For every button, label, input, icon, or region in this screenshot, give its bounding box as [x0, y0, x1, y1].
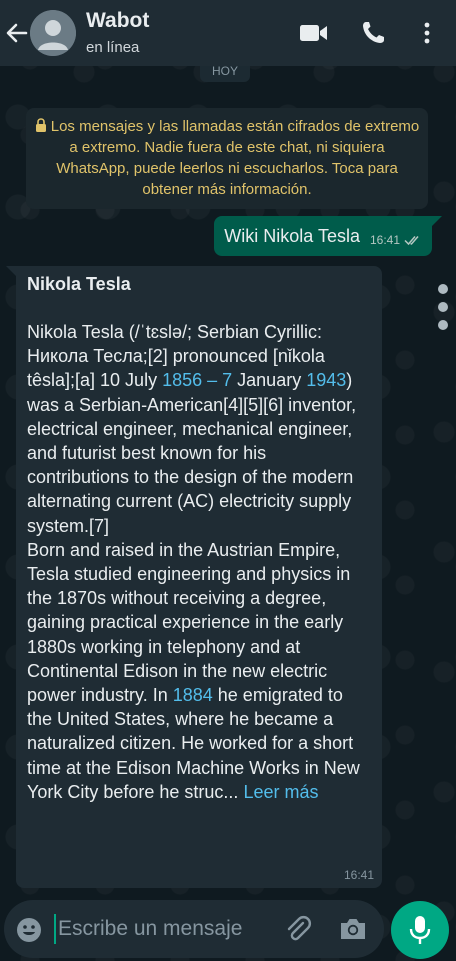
message-composer [4, 900, 384, 958]
camera-button[interactable] [338, 915, 368, 943]
emoji-icon [17, 918, 41, 942]
body-text: Born and raised in the Austrian Empire, … [27, 539, 351, 706]
attach-button[interactable] [282, 914, 314, 946]
contact-status: en línea [86, 39, 140, 56]
message-time: 16:41 [343, 868, 374, 882]
encryption-notice[interactable]: Los mensajes y las llamadas están cifrad… [26, 108, 428, 209]
scroll-dot [438, 302, 448, 312]
voice-call-button[interactable] [358, 18, 390, 48]
phone-icon [363, 22, 384, 43]
message-body: Nikola Tesla (/ˈtɛslə/; Serbian Cyrillic… [27, 320, 372, 804]
date-link[interactable]: 1856 – 7 [162, 370, 232, 390]
avatar[interactable] [30, 10, 76, 56]
lock-icon [35, 118, 46, 132]
contact-name[interactable]: Wabot [86, 9, 149, 33]
video-call-button[interactable] [298, 18, 330, 48]
voice-message-button[interactable] [391, 901, 449, 959]
microphone-icon [409, 916, 431, 944]
message-input[interactable] [54, 914, 272, 944]
camera-icon [341, 919, 365, 939]
date-link[interactable]: 1884 [173, 685, 213, 705]
read-more-link[interactable]: Leer más [243, 782, 318, 802]
chat-header: Wabot en línea [0, 0, 456, 66]
body-text: ) was a Serbian-American[4][5][6] invent… [27, 370, 357, 536]
more-vert-icon [424, 22, 430, 44]
emoji-button[interactable] [15, 916, 43, 944]
incoming-message[interactable]: Nikola Tesla Nikola Tesla (/ˈtɛslə/; Ser… [16, 266, 382, 888]
date-link[interactable]: 1943 [306, 370, 346, 390]
outgoing-message[interactable]: Wiki Nikola Tesla 16:41 [214, 216, 432, 256]
scroll-dot [438, 284, 448, 294]
back-button[interactable] [4, 18, 30, 48]
body-text: January [232, 370, 307, 391]
message-title: Nikola Tesla [27, 274, 131, 294]
date-chip: HOY [200, 64, 250, 82]
encryption-notice-text: Los mensajes y las llamadas están cifrad… [50, 118, 420, 198]
back-arrow-icon [6, 23, 28, 43]
default-avatar-icon [30, 10, 76, 56]
video-call-icon [300, 25, 327, 41]
scroll-dot [438, 320, 448, 330]
scroll-indicator[interactable] [438, 284, 450, 350]
message-time: 16:41 [369, 233, 400, 247]
more-options-button[interactable] [414, 18, 440, 48]
message-text: Wiki Nikola Tesla [224, 225, 360, 246]
paperclip-icon [287, 915, 312, 941]
double-check-icon [404, 236, 419, 246]
